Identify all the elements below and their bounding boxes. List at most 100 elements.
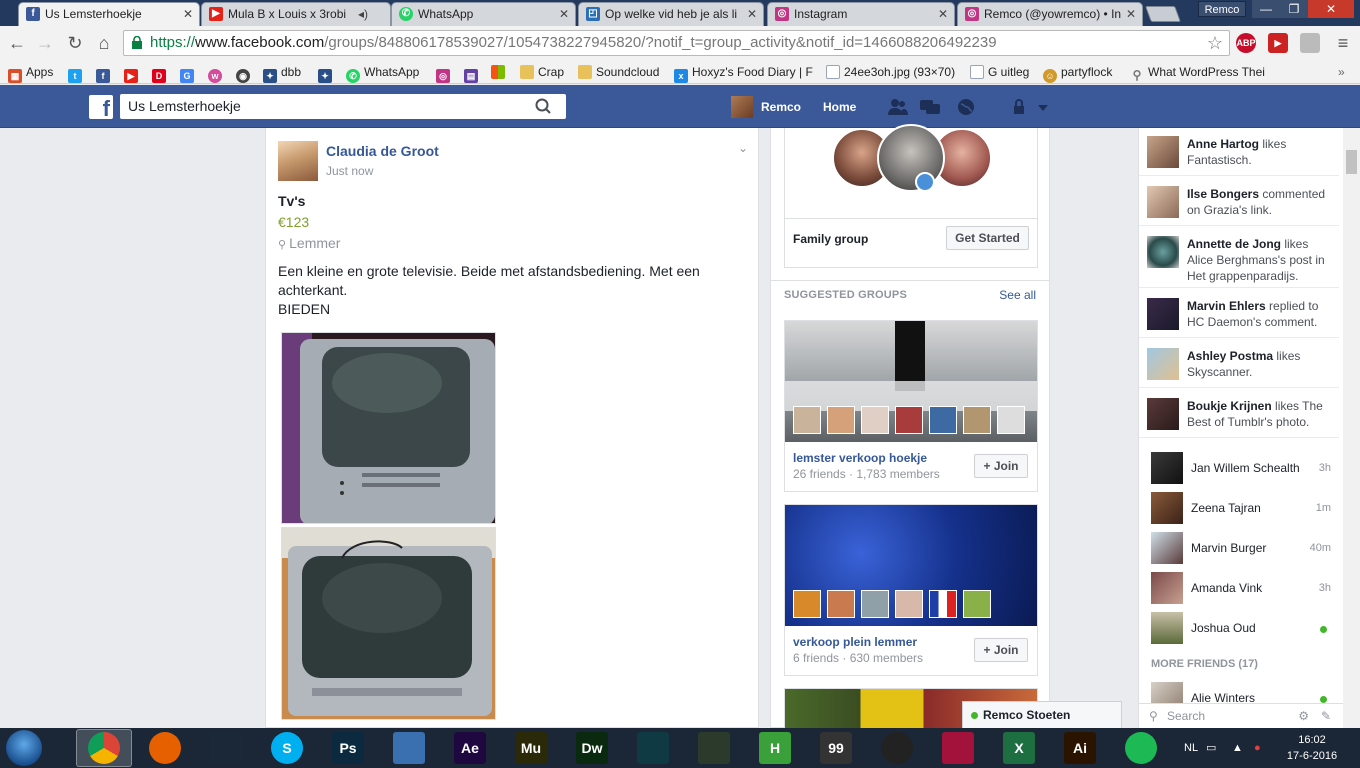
bookmark-wordpress[interactable]: ⚲ What WordPress Thei bbox=[1130, 63, 1265, 82]
compose-icon[interactable]: ✎ bbox=[1321, 704, 1331, 728]
ticker-item[interactable]: Boukje Krijnen likes The Best of Tumblr'… bbox=[1139, 398, 1339, 438]
bookmark-partyflock[interactable]: ☺ partyflock bbox=[1043, 63, 1112, 83]
close-window-button[interactable]: ✕ bbox=[1308, 0, 1354, 18]
h-app-icon[interactable]: H bbox=[759, 732, 791, 764]
circle-app-icon[interactable] bbox=[881, 732, 913, 764]
facebook-search-input[interactable] bbox=[120, 94, 566, 119]
bookmark-google[interactable]: G bbox=[180, 63, 198, 83]
reload-icon[interactable]: ↻ bbox=[64, 32, 86, 54]
keyboard-icon[interactable] bbox=[393, 732, 425, 764]
home-link[interactable]: Home bbox=[823, 96, 856, 118]
tab-whatsapp[interactable]: ✆ WhatsApp ✕ bbox=[391, 2, 576, 26]
fl-studio-icon[interactable] bbox=[698, 732, 730, 764]
new-tab-button[interactable] bbox=[1145, 6, 1181, 22]
tab-op-welke-vid[interactable]: ◰ Op welke vid heb je als li ✕ bbox=[578, 2, 764, 26]
privacy-lock-icon[interactable] bbox=[1010, 98, 1030, 116]
bookmark-dumpert[interactable]: D bbox=[152, 63, 170, 83]
gear-icon[interactable]: ⚙ bbox=[1298, 704, 1309, 728]
monitor-icon[interactable]: 99 bbox=[820, 732, 852, 764]
bookmark-crap[interactable]: Crap bbox=[520, 63, 564, 81]
profile-button[interactable]: Remco bbox=[1198, 1, 1246, 17]
close-icon[interactable]: ✕ bbox=[938, 3, 948, 25]
scrollbar-thumb[interactable] bbox=[1346, 150, 1357, 174]
game-icon[interactable] bbox=[942, 732, 974, 764]
bookmark-g-uitleg[interactable]: G uitleg bbox=[970, 63, 1029, 81]
post-author[interactable]: Claudia de Groot bbox=[326, 143, 439, 159]
chat-contact[interactable]: Alie Winters bbox=[1139, 678, 1339, 703]
bookmark-whatsapp[interactable]: ✆ WhatsApp bbox=[346, 63, 419, 83]
ticker-item[interactable]: Anne Hartog likes Fantastisch. bbox=[1139, 136, 1339, 176]
facebook-logo-icon[interactable]: f bbox=[89, 95, 113, 119]
bookmark-hoxyz[interactable]: x Hoxyz's Food Diary | F bbox=[674, 63, 813, 83]
suggested-group-card[interactable]: verkoop plein lemmer 6 friends · 630 mem… bbox=[784, 504, 1038, 676]
more-bookmarks-icon[interactable]: » bbox=[1338, 63, 1345, 81]
home-icon[interactable]: ⌂ bbox=[93, 32, 115, 54]
chat-search-input[interactable]: ⚲ Search ⚙ ✎ bbox=[1139, 703, 1343, 728]
address-bar[interactable]: https://www.facebook.com/groups/84880617… bbox=[123, 30, 1230, 56]
minimize-button[interactable]: — bbox=[1252, 0, 1280, 18]
bookmark-24ee3oh[interactable]: 24ee3oh.jpg (93×70) bbox=[826, 63, 955, 81]
ticker-item[interactable]: Annette de Jong likes Alice Berghmans's … bbox=[1139, 236, 1339, 288]
battery-icon[interactable]: ▭ bbox=[1206, 728, 1216, 768]
skype-icon[interactable]: S bbox=[271, 732, 303, 764]
group-name[interactable]: verkoop plein lemmer bbox=[793, 635, 917, 649]
menu-icon[interactable]: ≡ bbox=[1332, 32, 1354, 54]
post-photo[interactable] bbox=[281, 527, 496, 720]
aftereffects-icon[interactable]: Ae bbox=[454, 732, 486, 764]
close-icon[interactable]: ✕ bbox=[183, 3, 193, 25]
bookmark-wattpad[interactable]: w bbox=[208, 63, 226, 83]
language-indicator[interactable]: NL bbox=[1184, 728, 1198, 768]
tab-remco-instagram[interactable]: ◎ Remco (@yowremco) • In ✕ bbox=[957, 2, 1143, 26]
firefox-icon[interactable] bbox=[149, 732, 181, 764]
messages-icon[interactable] bbox=[920, 98, 940, 116]
illustrator-icon[interactable]: Ai bbox=[1064, 732, 1096, 764]
search-icon[interactable] bbox=[527, 94, 565, 119]
spotify-icon[interactable] bbox=[1125, 732, 1157, 764]
close-icon[interactable]: ✕ bbox=[559, 3, 569, 25]
bookmark-dbb-2[interactable]: ✦ bbox=[318, 63, 336, 83]
suggested-group-card[interactable]: lemster verkoop hoekje 26 friends · 1,78… bbox=[784, 320, 1038, 492]
film-icon[interactable] bbox=[637, 732, 669, 764]
notifications-globe-icon[interactable] bbox=[956, 98, 976, 116]
bookmark-apps[interactable]: ▦ Apps bbox=[8, 63, 53, 83]
adblock-plus-icon[interactable]: ABP bbox=[1236, 33, 1256, 53]
ticker-item[interactable]: Ilse Bongers commented on Grazia's link. bbox=[1139, 186, 1339, 226]
chrome-icon[interactable] bbox=[88, 732, 120, 764]
bookmark-facebook[interactable]: f bbox=[96, 63, 114, 83]
ticker-item[interactable]: Ashley Postma likes Skyscanner. bbox=[1139, 348, 1339, 388]
system-clock[interactable]: 16:02 17-6-2016 bbox=[1282, 732, 1342, 764]
tray-arrow-icon[interactable]: ▲ bbox=[1232, 728, 1243, 768]
chat-contact[interactable]: Joshua Oud bbox=[1139, 608, 1339, 648]
close-icon[interactable]: ✕ bbox=[747, 3, 757, 25]
forward-arrow-icon[interactable]: → bbox=[34, 32, 56, 54]
maximize-button[interactable]: ❐ bbox=[1280, 0, 1308, 18]
get-started-button[interactable]: Get Started bbox=[946, 226, 1029, 250]
excel-icon[interactable]: X bbox=[1003, 732, 1035, 764]
bookmark-racing[interactable]: ◉ bbox=[236, 63, 254, 83]
profile-link[interactable]: Remco bbox=[731, 96, 801, 118]
close-icon[interactable]: ◂) bbox=[358, 3, 368, 25]
dreamweaver-icon[interactable]: Dw bbox=[576, 732, 608, 764]
close-icon[interactable]: ✕ bbox=[1126, 3, 1136, 25]
open-chat-tab[interactable]: Remco Stoeten bbox=[962, 701, 1122, 728]
ticker-item[interactable]: Marvin Ehlers replied to HC Daemon's com… bbox=[1139, 298, 1339, 338]
join-group-button[interactable]: + Join bbox=[974, 454, 1028, 478]
friend-requests-icon[interactable] bbox=[888, 98, 908, 116]
tab-instagram[interactable]: ◎ Instagram ✕ bbox=[767, 2, 955, 26]
join-group-button[interactable]: + Join bbox=[974, 638, 1028, 662]
photoshop-icon[interactable]: Ps bbox=[332, 732, 364, 764]
windows-start-icon[interactable] bbox=[6, 730, 42, 766]
chat-contact[interactable]: Zeena Tajran 1m bbox=[1139, 488, 1339, 528]
bookmark-twitch[interactable]: ▤ bbox=[464, 63, 482, 83]
youtube-extension-icon[interactable]: ▶ bbox=[1268, 33, 1288, 53]
bookmark-instagram[interactable]: ◎ bbox=[436, 63, 454, 83]
post-photo[interactable] bbox=[281, 332, 496, 524]
page-scrollbar[interactable] bbox=[1343, 128, 1360, 728]
chevron-down-icon[interactable]: ⌄ bbox=[738, 141, 748, 155]
group-name[interactable]: lemster verkoop hoekje bbox=[793, 451, 927, 465]
avatar[interactable] bbox=[278, 141, 318, 181]
bookmark-twitter[interactable]: t bbox=[68, 63, 86, 83]
tab-us-lemsterhoekje[interactable]: f Us Lemsterhoekje ✕ bbox=[18, 2, 200, 26]
post-timestamp[interactable]: Just now bbox=[326, 164, 373, 178]
tab-mula-b[interactable]: ▶ Mula B x Louis x 3robi ◂) bbox=[201, 2, 391, 26]
